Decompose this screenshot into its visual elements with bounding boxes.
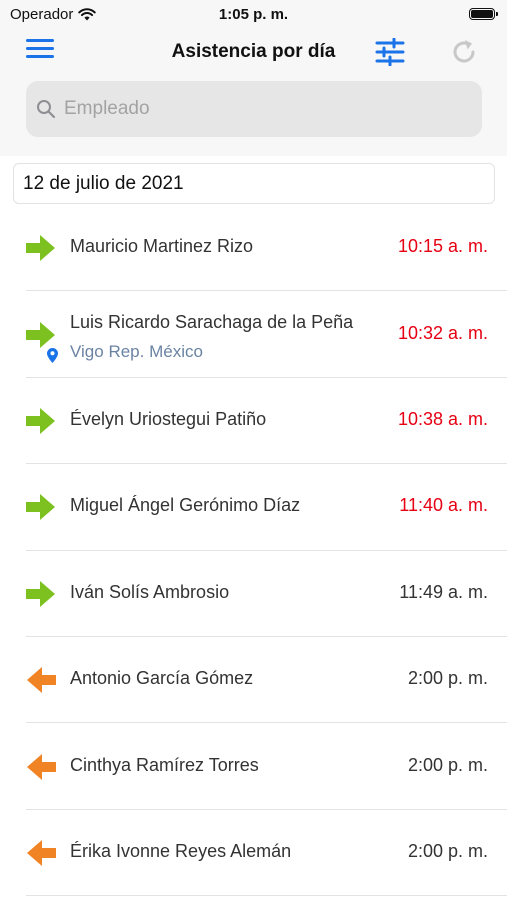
employee-location: Vigo Rep. México xyxy=(70,341,203,361)
search-icon xyxy=(37,100,56,119)
employee-name: Antonio García Gómez xyxy=(70,668,254,689)
arrow-right-icon xyxy=(26,494,55,521)
arrow-left-icon xyxy=(27,839,56,866)
search-input[interactable] xyxy=(64,98,444,120)
arrow-right-icon xyxy=(26,580,55,607)
list-item[interactable]: Luis Ricardo Sarachaga de la Peña Vigo Re… xyxy=(0,291,507,379)
employee-name: Luis Ricardo Sarachaga de la Peña xyxy=(70,311,354,332)
list-item[interactable]: Érika Ivonne Reyes Alemán 2:00 p. m. xyxy=(0,810,507,897)
date-selector[interactable]: 12 de julio de 2021 xyxy=(13,163,495,204)
list-item[interactable]: Évelyn Uriostegui Patiño 10:38 a. m. xyxy=(0,378,507,465)
navigation-bar: Asistencia por día xyxy=(0,30,507,76)
arrow-left-icon xyxy=(27,753,56,780)
attendance-list: Mauricio Martinez Rizo 10:15 a. m. Luis Ri… xyxy=(0,205,507,897)
list-item[interactable]: Cinthya Ramírez Torres 2:00 p. m. xyxy=(0,723,507,811)
list-item[interactable]: Antonio García Gómez 2:00 p. m. xyxy=(0,637,507,724)
employee-name: Iván Solís Ambrosio xyxy=(70,581,230,602)
page-title: Asistencia por día xyxy=(171,41,336,62)
search-bar[interactable] xyxy=(26,81,482,137)
check-time: 2:00 p. m. xyxy=(407,840,488,861)
employee-name: Cinthya Ramírez Torres xyxy=(70,754,259,775)
employee-name: Évelyn Uriostegui Patiño xyxy=(70,408,267,429)
check-time: 10:38 a. m. xyxy=(397,408,488,429)
list-item[interactable]: Miguel Ángel Gerónimo Díaz 11:40 a. m. xyxy=(0,464,507,551)
check-time: 2:00 p. m. xyxy=(407,668,488,689)
check-time: 2:00 p. m. xyxy=(407,754,488,775)
check-time: 11:40 a. m. xyxy=(399,495,488,516)
arrow-right-icon xyxy=(26,321,55,348)
refresh-icon[interactable] xyxy=(449,37,479,67)
status-bar: Operador 1:05 p. m. xyxy=(0,0,507,30)
check-time: 10:15 a. m. xyxy=(397,236,488,257)
list-item[interactable]: Mauricio Martinez Rizo 10:15 a. m. xyxy=(0,205,507,292)
filter-sliders-icon[interactable] xyxy=(375,38,405,66)
status-time: 1:05 p. m. xyxy=(218,6,289,23)
arrow-right-icon xyxy=(26,235,55,262)
check-time: 11:49 a. m. xyxy=(399,581,488,602)
battery-icon xyxy=(469,8,498,20)
arrow-right-icon xyxy=(26,407,55,434)
location-pin-icon xyxy=(47,347,58,363)
employee-name: Érika Ivonne Reyes Alemán xyxy=(70,840,292,861)
header-area: Operador 1:05 p. m. Asistencia por día xyxy=(0,0,507,156)
list-item[interactable]: Iván Solís Ambrosio 11:49 a. m. xyxy=(0,551,507,638)
arrow-left-icon xyxy=(27,667,56,694)
employee-name: Mauricio Martinez Rizo xyxy=(70,236,254,257)
check-time: 10:32 a. m. xyxy=(397,322,488,343)
employee-name: Miguel Ángel Gerónimo Díaz xyxy=(70,495,301,516)
